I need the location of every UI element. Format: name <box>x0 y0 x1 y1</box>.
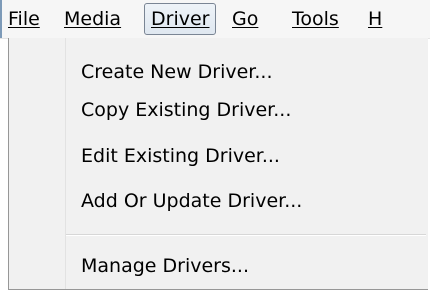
edit-existing-driver-item[interactable]: Edit Existing Driver... <box>81 140 280 172</box>
menu-go[interactable]: Go <box>232 3 258 35</box>
menu-file[interactable]: File <box>8 3 40 35</box>
menu-separator <box>66 234 426 236</box>
menu-file-label: File <box>8 8 40 30</box>
menu-tools-label: Tools <box>292 8 339 30</box>
menu-help[interactable]: H <box>368 3 382 35</box>
create-new-driver-item[interactable]: Create New Driver... <box>81 56 273 88</box>
add-or-update-driver-item[interactable]: Add Or Update Driver... <box>81 185 302 217</box>
driver-dropdown-menu: Create New Driver... Copy Existing Drive… <box>8 38 428 290</box>
menu-driver[interactable]: Driver <box>144 3 217 35</box>
copy-existing-driver-item[interactable]: Copy Existing Driver... <box>81 94 291 126</box>
manage-drivers-item[interactable]: Manage Drivers... <box>81 250 249 282</box>
menu-bar: File Media Driver Go Tools H <box>0 0 430 39</box>
menu-media[interactable]: Media <box>64 3 121 35</box>
menu-driver-label: Driver <box>151 8 210 30</box>
icon-gutter-divider <box>65 38 66 289</box>
menu-go-label: Go <box>232 8 259 30</box>
menu-tools[interactable]: Tools <box>292 3 339 35</box>
menu-media-label: Media <box>64 8 122 30</box>
menu-help-label: H <box>368 8 383 30</box>
window-edge <box>0 0 2 38</box>
